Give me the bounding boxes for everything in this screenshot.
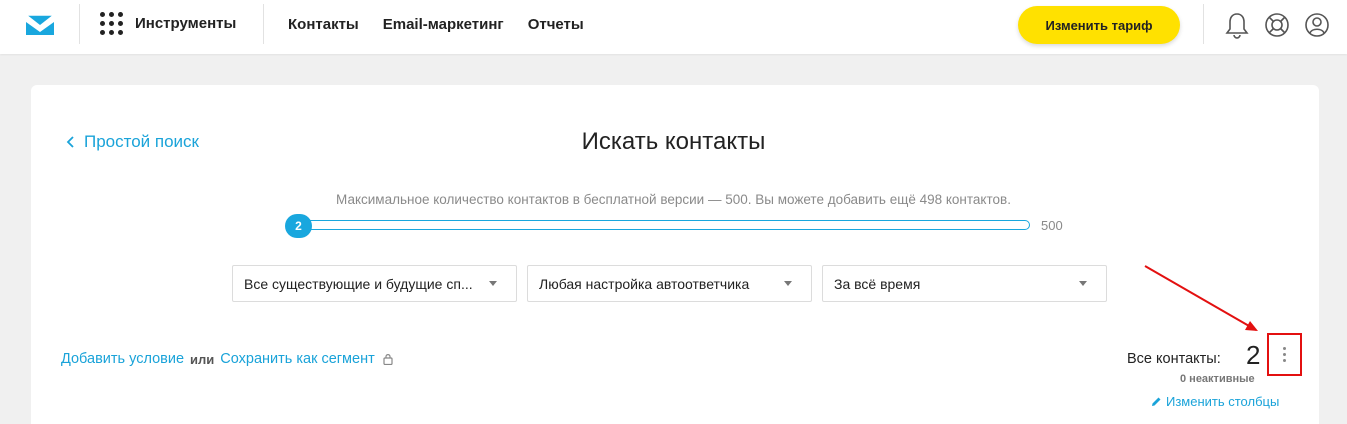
slider-value-badge: 2	[285, 214, 312, 238]
add-condition-link[interactable]: Добавить условие	[61, 351, 184, 367]
edit-columns-label: Изменить столбцы	[1166, 394, 1280, 409]
lock-icon	[383, 354, 393, 365]
autoresponder-filter-select[interactable]: Любая настройка автоответчика	[527, 265, 812, 302]
tools-label: Инструменты	[135, 15, 237, 32]
contacts-count: 2	[1246, 340, 1261, 370]
search-actions: Добавить условие или Сохранить как сегме…	[61, 351, 393, 367]
page-title: Искать контакты	[581, 128, 766, 155]
contact-limit-slider	[286, 220, 1030, 230]
nav-link-email-marketing[interactable]: Email-маркетинг	[383, 16, 504, 33]
nav-link-reports[interactable]: Отчеты	[528, 16, 584, 33]
nav-divider	[1203, 4, 1204, 44]
or-separator: или	[190, 351, 215, 367]
change-plan-button[interactable]: Изменить тариф	[1018, 6, 1180, 44]
slider-max-label: 500	[1041, 218, 1063, 233]
envelope-logo-icon[interactable]	[24, 13, 56, 37]
vertical-dots-icon	[1283, 347, 1286, 350]
top-navigation-bar: Инструменты Контакты Email-маркетинг Отч…	[0, 0, 1347, 54]
edit-columns-link[interactable]: Изменить столбцы	[1151, 394, 1279, 409]
period-filter-value: За всё время	[834, 275, 921, 292]
save-segment-link[interactable]: Сохранить как сегмент	[220, 351, 374, 367]
annotation-arrow-icon	[1144, 265, 1258, 331]
user-icon[interactable]	[1304, 11, 1330, 39]
help-lifebuoy-icon[interactable]	[1264, 11, 1290, 39]
caret-down-icon	[1079, 281, 1087, 286]
more-options-button[interactable]	[1267, 333, 1302, 376]
caret-down-icon	[489, 281, 497, 286]
apps-grid-icon	[100, 12, 123, 35]
nav-divider	[79, 4, 80, 44]
autoresponder-filter-value: Любая настройка автоответчика	[539, 275, 750, 292]
lists-filter-value: Все существующие и будущие сп...	[244, 275, 473, 292]
main-nav-links: Контакты Email-маркетинг Отчеты	[288, 16, 584, 33]
caret-down-icon	[784, 281, 792, 286]
contact-limit-notice: Максимальное количество контактов в бесп…	[336, 192, 1011, 207]
pencil-icon	[1152, 397, 1161, 406]
all-contacts-label: Все контакты:	[1127, 351, 1221, 367]
lists-filter-select[interactable]: Все существующие и будущие сп...	[232, 265, 517, 302]
inactive-contacts-count: 0 неактивные	[1180, 373, 1255, 385]
nav-divider	[263, 4, 264, 44]
nav-link-contacts[interactable]: Контакты	[288, 16, 359, 33]
period-filter-select[interactable]: За всё время	[822, 265, 1107, 302]
bell-icon[interactable]	[1224, 11, 1250, 39]
tools-menu[interactable]: Инструменты	[100, 12, 236, 35]
